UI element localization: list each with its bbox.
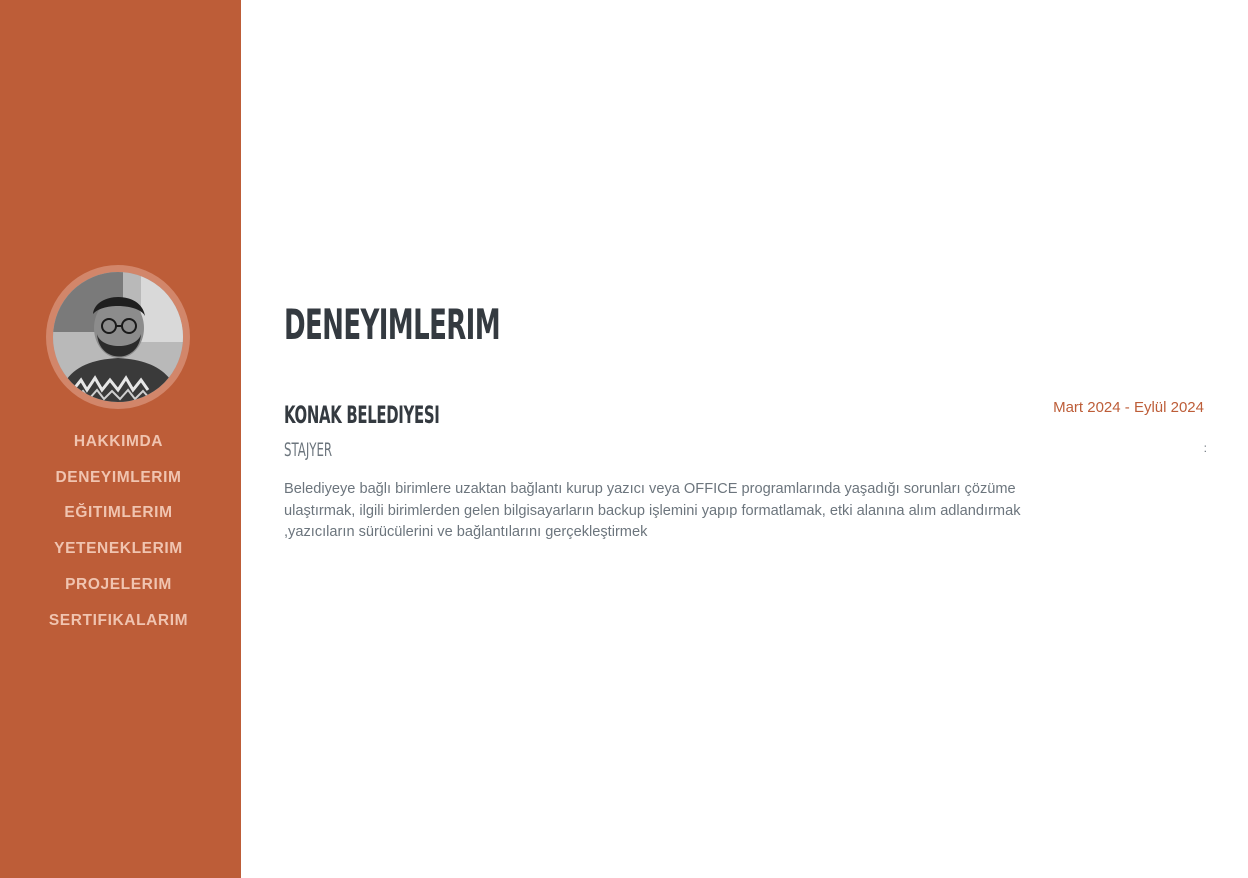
- nav-link-deneyimlerim[interactable]: DENEYIMLERIM: [55, 469, 181, 487]
- nav-link-projelerim[interactable]: PROJELERIM: [65, 576, 172, 594]
- job-description: Belediyeye bağlı birimlere uzaktan bağla…: [284, 481, 1021, 540]
- sidebar-nav: HAKKIMDA DENEYIMLERIM EĞITIMLERIM YETENE…: [0, 424, 237, 639]
- job-date: Mart 2024 - Eylül 2024: [1053, 399, 1204, 416]
- avatar[interactable]: [46, 265, 190, 409]
- nav-item-deneyimlerim: DENEYIMLERIM: [0, 460, 237, 496]
- section-title: DENEYIMLERIM: [284, 300, 501, 349]
- nav-item-projelerim: PROJELERIM: [0, 567, 237, 603]
- job-company: KONAK BELEDIYESI: [284, 401, 440, 429]
- nav-item-yeteneklerim: YETENEKLERIM: [0, 531, 237, 567]
- nav-item-egitimlerim: EĞITIMLERIM: [0, 496, 237, 532]
- nav-item-hakkimda: HAKKIMDA: [0, 424, 237, 460]
- edge-mark: :: [1203, 441, 1207, 455]
- sidebar: HAKKIMDA DENEYIMLERIM EĞITIMLERIM YETENE…: [0, 0, 241, 878]
- profile-photo-icon: [53, 272, 183, 402]
- job-role: STAJYER: [284, 439, 333, 461]
- nav-link-yeteneklerim[interactable]: YETENEKLERIM: [54, 540, 183, 558]
- nav-link-egitimlerim[interactable]: EĞITIMLERIM: [64, 504, 172, 522]
- nav-link-hakkimda[interactable]: HAKKIMDA: [74, 433, 163, 451]
- nav-item-sertifikalarim: SERTIFIKALARIM: [0, 603, 237, 639]
- main-content: DENEYIMLERIM KONAK BELEDIYESI STAJYER Be…: [241, 0, 1248, 878]
- nav-link-sertifikalarim[interactable]: SERTIFIKALARIM: [49, 612, 188, 630]
